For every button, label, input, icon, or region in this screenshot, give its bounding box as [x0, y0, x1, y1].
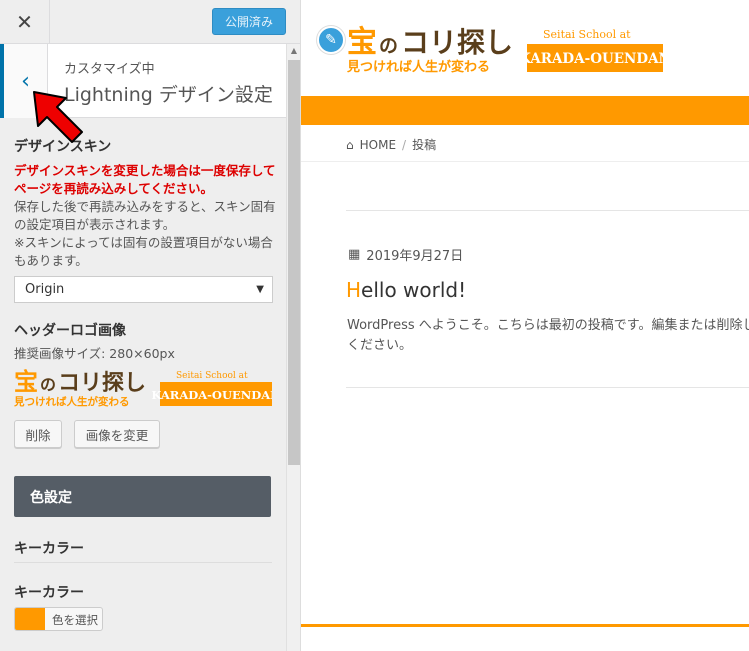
key-color-swatch — [15, 608, 45, 630]
color-picker-label: 色を選択 — [52, 613, 98, 627]
design-skin-note: 保存した後で再読み込みをすると、スキン固有の設定項目が表示されます。 — [14, 199, 276, 232]
site-logo-school: Seitai School at — [543, 28, 631, 41]
footer-accent-line — [301, 624, 749, 627]
divider — [346, 387, 749, 388]
customizer-header: ✕ 公開済み — [0, 0, 300, 44]
design-skin-select[interactable]: Origin ▼ — [14, 276, 273, 303]
key-color-picker-button[interactable]: 色を選択 — [14, 607, 103, 631]
color-settings-section[interactable]: 色設定 — [14, 476, 271, 517]
site-logo-text-3: コリ探し — [401, 26, 513, 59]
breadcrumb-current: 投稿 — [412, 138, 437, 152]
design-skin-warning: デザインスキンを変更した場合は一度保存してページを再読み込みしてください。 — [14, 163, 276, 196]
key-color-label: キーカラー — [14, 585, 84, 601]
breadcrumb-home-link[interactable]: HOME — [360, 138, 396, 152]
dropdown-arrow-icon: ▼ — [256, 284, 264, 295]
panel-context-label: カスタマイズ中 — [64, 62, 155, 77]
logo-preview-subtext: 見つければ人生が変わる — [14, 395, 130, 408]
logo-preview-text-3: コリ探し — [58, 370, 146, 396]
design-skin-note2: ※スキンによっては固有の設置項目がない場合もあります。 — [14, 235, 273, 268]
logo-preview-school: Seitai School at — [176, 371, 248, 381]
change-logo-button[interactable]: 画像を変更 — [74, 420, 160, 448]
post-excerpt: WordPress へようこそ。こちらは最初の投稿です。編集または削除し、 くだ… — [347, 316, 749, 356]
calendar-icon: ▦ — [348, 247, 361, 262]
panel-title: Lightning デザイン設定 — [64, 84, 273, 106]
sidebar-scrollbar[interactable]: ▲ — [286, 44, 300, 651]
annotation-arrow-icon — [33, 91, 83, 143]
post-excerpt-line-1: WordPress へようこそ。こちらは最初の投稿です。編集または削除し、 — [347, 318, 749, 333]
close-customizer-button[interactable]: ✕ — [0, 0, 50, 44]
logo-preview-text-1: 宝 — [14, 368, 38, 396]
key-color-heading: キーカラー — [14, 541, 84, 557]
breadcrumb: ⌂ HOME / 投稿 — [346, 136, 436, 153]
post-excerpt-line-2: ください。 — [347, 338, 413, 353]
home-icon: ⌂ — [346, 137, 354, 152]
divider — [301, 161, 749, 162]
close-icon: ✕ — [16, 10, 33, 34]
scrollbar-thumb[interactable] — [288, 60, 300, 465]
site-logo-text-1: 宝 — [347, 25, 377, 60]
header-logo-preview: 宝 の コリ探し 見つければ人生が変わる Seitai School at KA… — [14, 368, 272, 408]
breadcrumb-separator: / — [402, 137, 407, 152]
post-date: ▦ 2019年9月27日 — [348, 245, 463, 264]
logo-preview-text-2: の — [40, 375, 56, 394]
post-date-text: 2019年9月27日 — [366, 249, 464, 264]
divider — [346, 210, 749, 211]
site-logo-subtext: 見つければ人生が変わる — [347, 59, 490, 74]
divider — [14, 562, 272, 563]
post-title-first-letter: H — [346, 278, 362, 302]
post-title-link[interactable]: Hello world! — [346, 278, 466, 302]
scroll-up-arrow-icon[interactable]: ▲ — [287, 46, 300, 58]
remove-logo-button[interactable]: 削除 — [14, 420, 62, 448]
site-logo-text-2: の — [379, 35, 398, 57]
edit-shortcut-pencil-icon[interactable]: ✎ — [317, 26, 345, 54]
site-logo-brand: KARADA-OUENDAN — [519, 51, 663, 67]
post-title-rest: ello world! — [361, 278, 467, 302]
logo-preview-brand: KARADA-OUENDAN — [151, 388, 272, 402]
design-skin-selected-value: Origin — [25, 282, 65, 297]
site-logo[interactable]: 宝 の コリ探し 見つければ人生が変わる Seitai School at KA… — [347, 22, 663, 74]
site-preview: ✎ 宝 の コリ探し 見つければ人生が変わる Seitai School at … — [301, 0, 749, 651]
header-logo-label: ヘッダーロゴ画像 — [14, 323, 126, 339]
header-logo-size-hint: 推奨画像サイズ: 280×60px — [14, 346, 175, 361]
publish-button[interactable]: 公開済み — [212, 8, 286, 35]
global-nav-bar — [301, 96, 749, 125]
